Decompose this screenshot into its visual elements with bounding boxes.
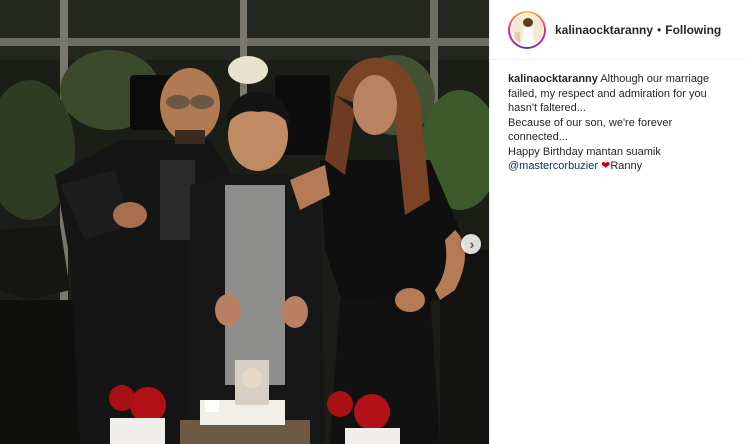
caption-signature: Ranny [610,160,643,172]
post-caption: kalinaocktaranny Although our marriage f… [490,60,745,174]
header-username[interactable]: kalinaocktaranny [555,23,653,37]
chevron-right-icon: › [469,236,475,252]
post-header: kalinaocktaranny • Following [490,0,745,60]
avatar [511,14,543,45]
caption-line-2: Because of our son, we're forever connec… [508,116,673,144]
separator-dot: • [657,22,662,37]
mention-link[interactable]: @mastercorbuzier [508,160,598,172]
post-photo [0,0,489,444]
next-photo-button[interactable]: › [461,234,481,254]
caption-line-1: kalinaocktaranny Although our marriage f… [508,72,733,116]
header-text: kalinaocktaranny • Following [555,23,721,37]
post-media[interactable]: › [0,0,489,444]
story-ring[interactable] [508,10,546,49]
caption-line-4: @mastercorbuzier ❤Ranny [508,159,733,174]
following-button[interactable]: Following [665,23,721,37]
caption-line-3: Happy Birthday mantan suamik [508,145,661,158]
post-side-panel: kalinaocktaranny • Following kalinaockta… [489,0,745,444]
red-heart-icon: ❤ [601,160,611,172]
caption-username[interactable]: kalinaocktaranny [508,73,598,85]
instagram-post: › kalinaocktaranny • Following kalinaock… [0,0,745,444]
